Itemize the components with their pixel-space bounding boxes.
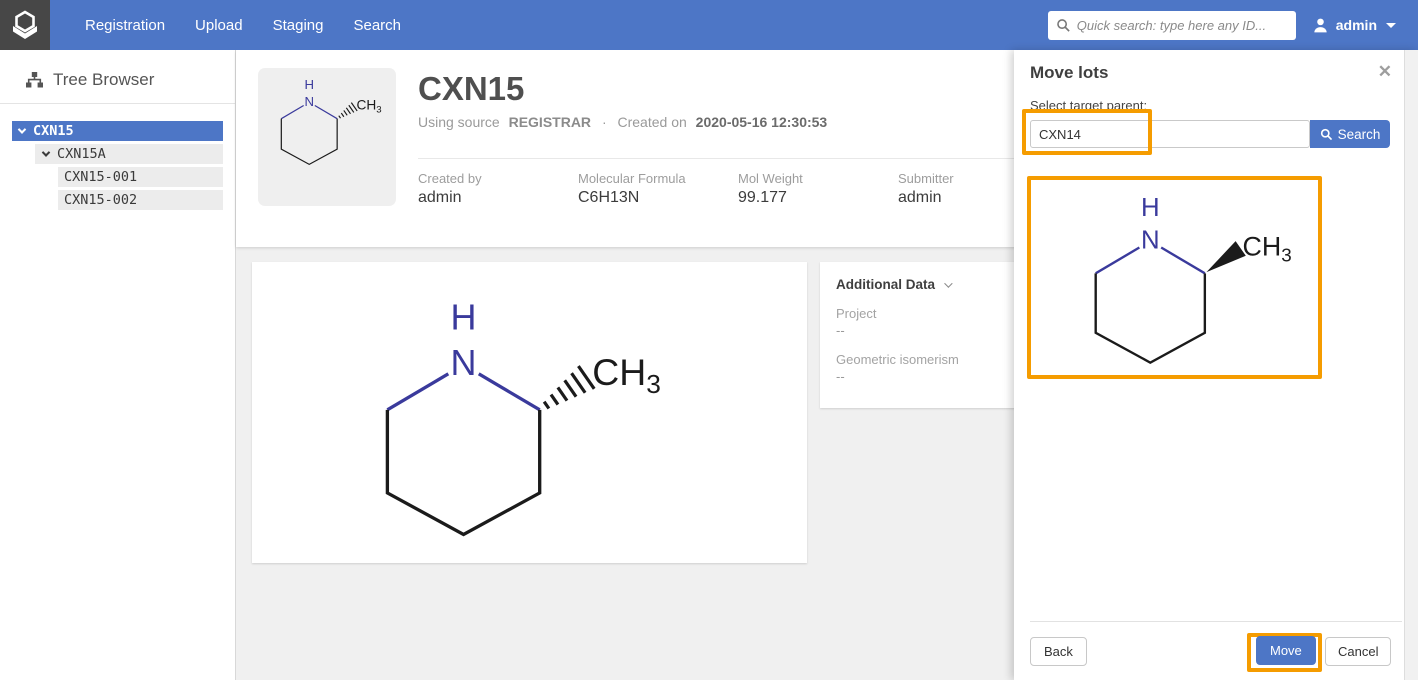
additional-data-item: Project --: [836, 306, 1020, 338]
svg-text:CH3: CH3: [592, 351, 661, 399]
tree-hierarchy-icon: [25, 71, 44, 89]
source-value: REGISTRAR: [509, 114, 591, 130]
quick-search-box: [1048, 11, 1296, 40]
back-button[interactable]: Back: [1030, 637, 1087, 666]
tree-item-label: CXN15: [33, 123, 74, 139]
created-value: 2020-05-16 12:30:53: [696, 114, 828, 130]
field-label: Created by: [418, 171, 578, 186]
chevron-down-icon[interactable]: [18, 125, 26, 133]
compound-fields: Created by admin Molecular Formula C6H13…: [418, 171, 1058, 207]
ad-value: --: [836, 323, 1020, 338]
target-search-group: Search: [1030, 120, 1390, 148]
svg-text:N: N: [1141, 227, 1160, 255]
tree-item-cxn15-002[interactable]: CXN15-002: [58, 190, 223, 210]
svg-text:CH3: CH3: [356, 98, 381, 116]
structure-preview-canvas: H N CH3: [1031, 180, 1318, 375]
additional-data-item: Geometric isomerism --: [836, 352, 1020, 384]
compound-meta: Using source REGISTRAR · Created on 2020…: [418, 114, 827, 130]
dialog-title: Move lots: [1030, 63, 1108, 83]
divider: [1030, 621, 1402, 622]
svg-text:H: H: [304, 77, 314, 92]
tree-browser-header: Tree Browser: [0, 50, 235, 103]
nav-item-staging[interactable]: Staging: [258, 0, 339, 50]
svg-text:CH3: CH3: [1243, 231, 1292, 265]
page-title: CXN15: [418, 70, 524, 108]
tree-browser-title: Tree Browser: [53, 70, 154, 90]
user-name: admin: [1336, 17, 1377, 33]
field-mol-weight: Mol Weight 99.177: [738, 171, 898, 207]
dot-separator: ·: [602, 114, 607, 130]
chevron-down-icon[interactable]: [944, 279, 952, 287]
ad-value: --: [836, 369, 1020, 384]
additional-data-toggle[interactable]: Additional Data: [836, 277, 1020, 292]
search-icon: [1056, 18, 1071, 33]
target-parent-label: Select target parent:: [1030, 98, 1147, 113]
additional-data-panel: Additional Data Project -- Geometric iso…: [820, 262, 1020, 408]
tree-item-label: CXN15-001: [64, 169, 137, 185]
svg-text:N: N: [451, 342, 477, 383]
target-parent-input[interactable]: [1030, 120, 1310, 148]
compound-thumbnail[interactable]: H N CH3: [258, 68, 396, 206]
dialog-search-button[interactable]: Search: [1310, 120, 1390, 148]
quick-search-input[interactable]: [1077, 18, 1296, 33]
hexagon-box-logo-icon: [9, 9, 41, 41]
svg-text:H: H: [1141, 194, 1160, 222]
field-label: Mol Weight: [738, 171, 898, 186]
tree-browser-sidebar: Tree Browser CXN15 CXN15A CXN15-001 CXN1…: [0, 50, 236, 680]
field-value: C6H13N: [578, 189, 738, 207]
target-structure-preview[interactable]: H N CH3: [1027, 176, 1322, 379]
field-label: Molecular Formula: [578, 171, 738, 186]
app-logo[interactable]: [0, 0, 50, 50]
tree-item-cxn15a[interactable]: CXN15A: [35, 144, 223, 164]
source-label: Using source: [418, 114, 500, 130]
chevron-down-icon[interactable]: [42, 148, 50, 156]
tree-item-label: CXN15A: [57, 146, 106, 162]
tree-item-cxn15[interactable]: CXN15: [12, 121, 223, 141]
ad-label: Project: [836, 306, 1020, 321]
divider: [0, 103, 235, 104]
svg-text:H: H: [451, 297, 477, 338]
scrollbar-track[interactable]: [1404, 50, 1418, 680]
molecule-main-structure: H N CH3: [332, 288, 692, 565]
search-icon: [1320, 128, 1333, 141]
chevron-down-icon: [1386, 23, 1396, 28]
created-label: Created on: [618, 114, 687, 130]
nav-item-registration[interactable]: Registration: [70, 0, 180, 50]
move-button[interactable]: Move: [1256, 636, 1316, 665]
user-menu[interactable]: admin: [1312, 17, 1396, 34]
cancel-button[interactable]: Cancel: [1325, 637, 1391, 666]
nav-item-search[interactable]: Search: [338, 0, 416, 50]
field-molecular-formula: Molecular Formula C6H13N: [578, 171, 738, 207]
nav-item-upload[interactable]: Upload: [180, 0, 258, 50]
tree-item-cxn15-001[interactable]: CXN15-001: [58, 167, 223, 187]
move-lots-dialog: Move lots ✕ Select target parent: Search…: [1014, 50, 1418, 680]
compound-tree: CXN15 CXN15A CXN15-001 CXN15-002: [0, 121, 235, 210]
molecule-thumbnail-structure: H N CH3: [261, 74, 393, 176]
close-icon[interactable]: ✕: [1378, 62, 1392, 82]
top-navbar: Registration Upload Staging Search admin: [0, 0, 1418, 50]
field-created-by: Created by admin: [418, 171, 578, 207]
svg-text:N: N: [304, 94, 314, 109]
search-button-label: Search: [1338, 127, 1381, 142]
field-value: admin: [418, 189, 578, 207]
structure-canvas-card[interactable]: H N CH3: [252, 262, 807, 563]
molecule-preview-structure: H N CH3: [1056, 186, 1314, 384]
main-menu: Registration Upload Staging Search: [70, 0, 416, 50]
person-icon: [1312, 17, 1329, 34]
additional-data-title: Additional Data: [836, 277, 935, 292]
field-value: 99.177: [738, 189, 898, 207]
tree-item-label: CXN15-002: [64, 192, 137, 208]
ad-label: Geometric isomerism: [836, 352, 1020, 367]
